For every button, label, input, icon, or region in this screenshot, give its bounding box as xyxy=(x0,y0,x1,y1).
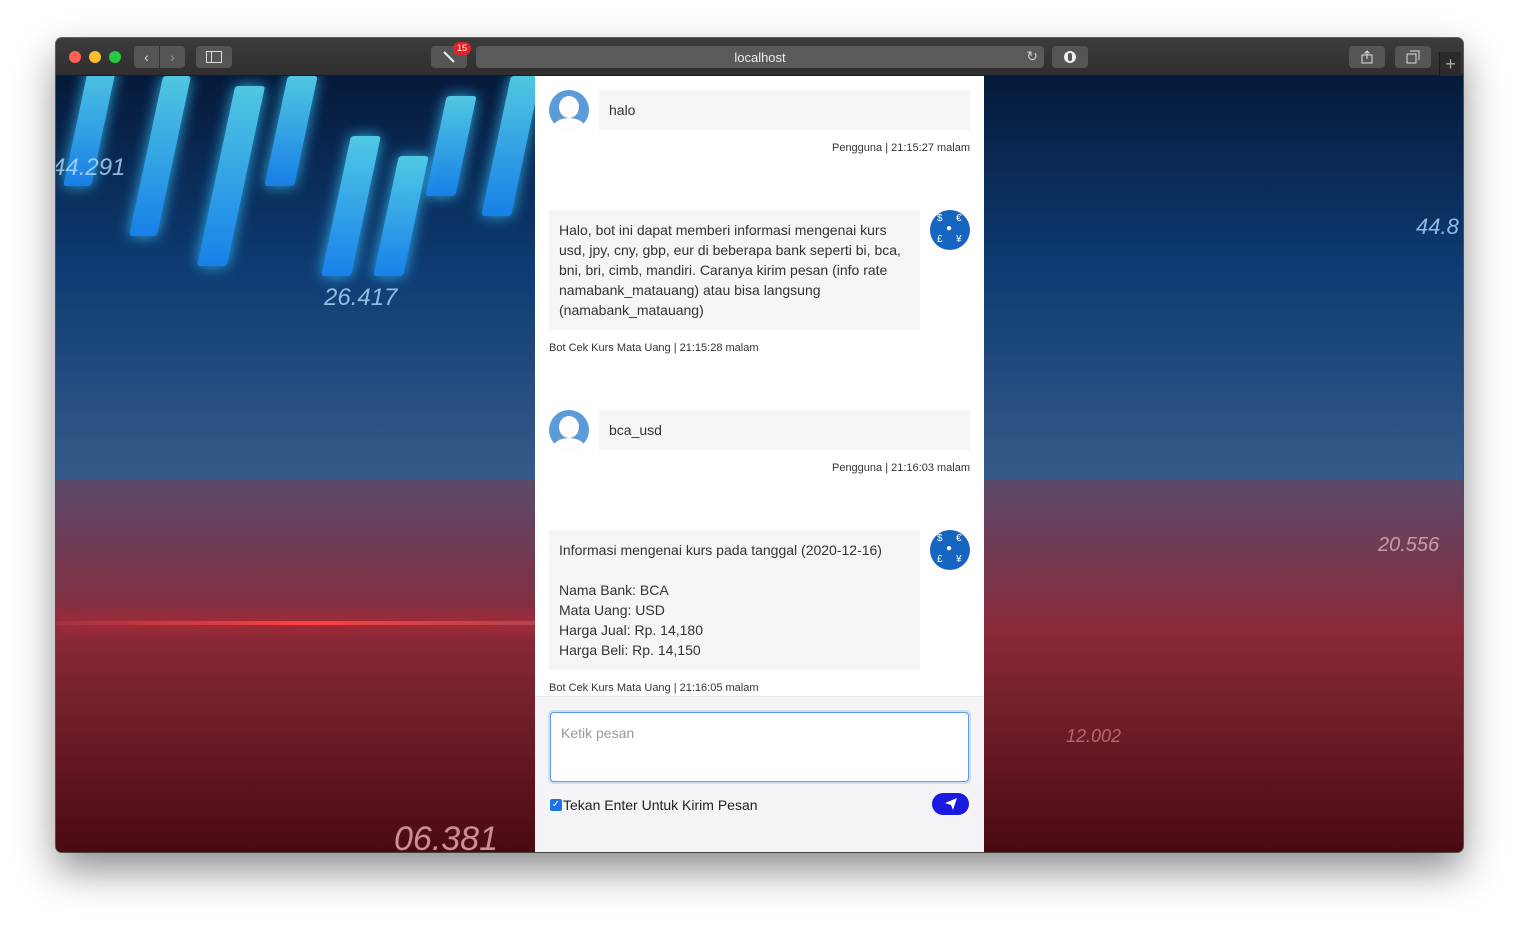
message-input[interactable] xyxy=(550,712,969,782)
new-tab-button[interactable]: + xyxy=(1439,52,1461,76)
share-icon xyxy=(1361,50,1373,64)
chevron-left-icon: ‹ xyxy=(144,49,149,65)
message-bubble: Informasi mengenai kurs pada tanggal (20… xyxy=(549,530,920,670)
message-meta: Pengguna | 21:15:27 malam xyxy=(831,142,970,154)
message-user: bca_usd Pengguna | 21:16:03 malam xyxy=(549,410,970,480)
background-number: 44.291 xyxy=(56,154,126,181)
enter-to-send-checkbox[interactable]: ✓ xyxy=(550,799,562,811)
sidebar-toggle-button[interactable] xyxy=(196,46,232,68)
bot-avatar-icon: $ € £ ¥ ● xyxy=(930,210,970,250)
title-bar: ‹ › 15 localhost ↻ + xyxy=(56,38,1463,76)
share-button[interactable] xyxy=(1349,46,1385,68)
back-button[interactable]: ‹ xyxy=(134,46,159,68)
message-bot: Informasi mengenai kurs pada tanggal (20… xyxy=(549,530,970,696)
extension-badge: 15 xyxy=(453,42,471,55)
user-avatar-icon xyxy=(549,410,589,450)
tabs-overview-button[interactable] xyxy=(1395,46,1431,68)
background-number: 12.002 xyxy=(1066,726,1122,746)
background-number: 44.8 xyxy=(1416,214,1459,239)
plus-icon: + xyxy=(1445,53,1456,74)
message-bubble: bca_usd xyxy=(599,410,970,450)
message-bubble: halo xyxy=(599,90,970,130)
zoom-window-button[interactable] xyxy=(109,51,121,63)
message-meta: Pengguna | 21:16:03 malam xyxy=(831,462,970,474)
message-composer: ✓ Tekan Enter Untuk Kirim Pesan xyxy=(535,696,984,852)
paper-plane-icon xyxy=(944,798,957,810)
reload-icon[interactable]: ↻ xyxy=(1026,48,1038,65)
send-button[interactable] xyxy=(932,793,969,815)
minimize-window-button[interactable] xyxy=(89,51,101,63)
shield-icon xyxy=(1064,51,1076,63)
message-user: halo Pengguna | 21:15:27 malam xyxy=(549,90,970,160)
browser-window: ‹ › 15 localhost ↻ + 44.291 26.417 06.38… xyxy=(56,38,1463,852)
chat-panel: halo Pengguna | 21:15:27 malam Halo, bot… xyxy=(535,76,984,852)
message-list[interactable]: halo Pengguna | 21:15:27 malam Halo, bot… xyxy=(535,76,984,696)
background-number: 26.417 xyxy=(324,284,398,311)
background-number: 20.556 xyxy=(1378,534,1440,556)
user-avatar-icon xyxy=(549,90,589,130)
enter-to-send-option[interactable]: ✓ Tekan Enter Untuk Kirim Pesan xyxy=(550,797,758,813)
shield-button[interactable] xyxy=(1052,46,1088,68)
address-bar[interactable]: localhost ↻ xyxy=(476,46,1044,68)
message-meta: Bot Cek Kurs Mata Uang | 21:16:05 malam xyxy=(549,682,759,694)
enter-to-send-label: Tekan Enter Untuk Kirim Pesan xyxy=(563,797,758,813)
sidebar-icon xyxy=(206,51,222,63)
close-window-button[interactable] xyxy=(69,51,81,63)
chevron-right-icon: › xyxy=(170,49,175,65)
tabs-icon xyxy=(1406,50,1420,64)
message-bot: Halo, bot ini dapat memberi informasi me… xyxy=(549,210,970,360)
address-text: localhost xyxy=(734,49,786,65)
bot-avatar-icon: $ € £ ¥ ● xyxy=(930,530,970,570)
message-bubble: Halo, bot ini dapat memberi informasi me… xyxy=(549,210,920,330)
forward-button[interactable]: › xyxy=(160,46,185,68)
background-number: 06.381 xyxy=(394,820,498,852)
message-meta: Bot Cek Kurs Mata Uang | 21:15:28 malam xyxy=(549,342,759,354)
